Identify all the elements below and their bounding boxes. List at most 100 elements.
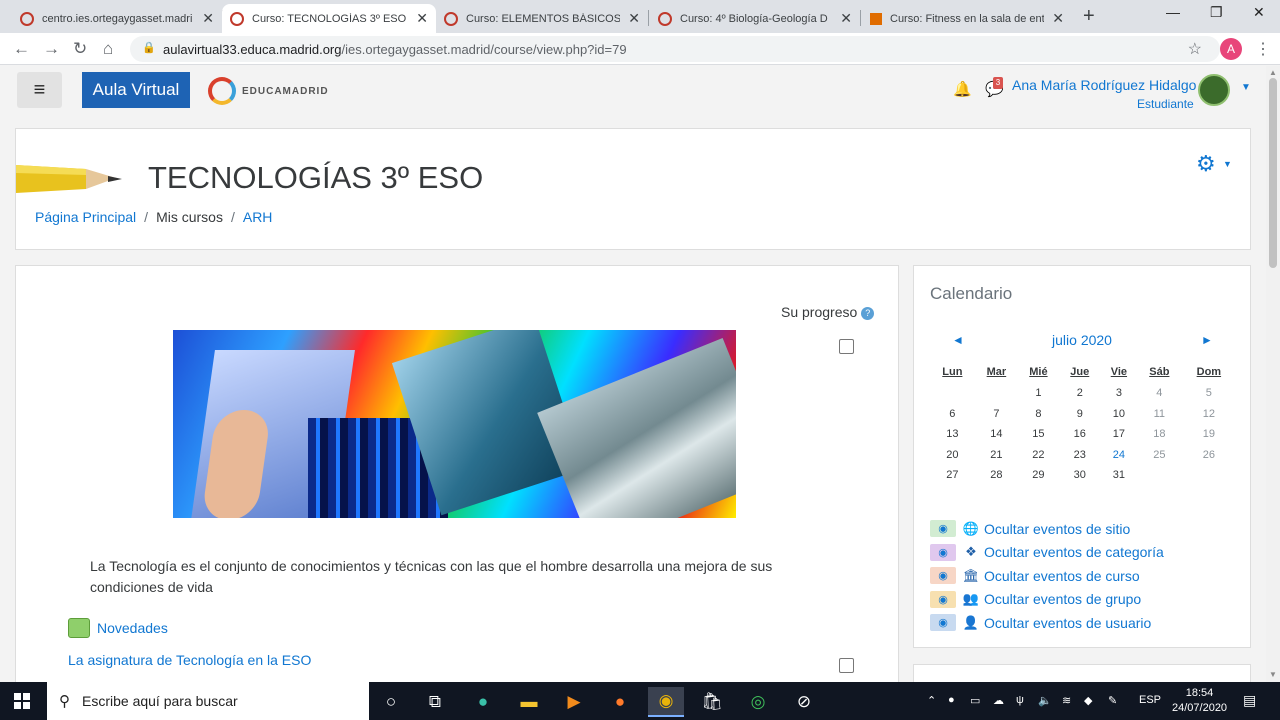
calendar-day[interactable]: 28 [975, 465, 1018, 486]
calendar-day[interactable]: 31 [1101, 465, 1137, 486]
bookmark-star-icon[interactable]: ☆ [1188, 39, 1202, 59]
user-name[interactable]: Ana María Rodríguez Hidalgo [1012, 77, 1196, 93]
calendar-day[interactable]: 30 [1059, 465, 1101, 486]
help-icon[interactable]: ? [861, 306, 875, 320]
calendar-day[interactable]: 21 [975, 445, 1018, 466]
event-filter-label[interactable]: Ocultar eventos de categoría [984, 544, 1164, 560]
tab-close-icon[interactable]: ✕ [628, 10, 640, 27]
event-filter-label[interactable]: Ocultar eventos de sitio [984, 521, 1130, 537]
page-scrollbar[interactable]: ▲ ▼ [1266, 66, 1280, 682]
eye-icon[interactable]: ◉ [930, 614, 956, 632]
browser-tab-2[interactable]: Curso: TECNOLOGÍAS 3º ESO ✕ [222, 4, 436, 33]
calendar-day[interactable]: 13 [930, 424, 975, 445]
calendar-day[interactable]: 14 [975, 424, 1018, 445]
calendar-day[interactable]: 26 [1182, 445, 1236, 466]
minimize-icon[interactable]: — [1166, 4, 1180, 20]
tab-close-icon[interactable]: ✕ [840, 10, 852, 27]
calendar-day[interactable]: 1 [1018, 383, 1059, 404]
eye-icon[interactable]: ◉ [930, 590, 956, 608]
event-filter-item[interactable]: ◉ 👤 Ocultar eventos de usuario [930, 611, 1164, 635]
calendar-day[interactable]: 22 [1018, 445, 1059, 466]
scroll-up-icon[interactable]: ▲ [1269, 68, 1277, 77]
calendar-day[interactable]: 24 [1101, 445, 1137, 466]
scroll-down-icon[interactable]: ▼ [1269, 670, 1277, 679]
home-icon[interactable]: ⌂ [103, 39, 113, 59]
user-avatar[interactable] [1198, 74, 1230, 106]
drawer-toggle-icon[interactable]: ≡ [17, 72, 62, 108]
calendar-day[interactable]: 19 [1182, 424, 1236, 445]
calendar-day[interactable]: 7 [975, 404, 1018, 425]
breadcrumb-home[interactable]: Página Principal [35, 209, 136, 225]
browser-tab-5[interactable]: Curso: Fitness en la sala de ent ✕ [862, 4, 1072, 33]
event-filter-label[interactable]: Ocultar eventos de curso [984, 568, 1140, 584]
scrollbar-thumb[interactable] [1269, 78, 1277, 268]
calendar-month[interactable]: julio 2020 [914, 332, 1250, 348]
settings-gear-icon[interactable]: ⚙ [1196, 151, 1216, 177]
browser-menu-icon[interactable]: ⋮ [1255, 39, 1271, 59]
event-filter-item[interactable]: ◉ 🌐 Ocultar eventos de sitio [930, 517, 1164, 541]
forward-icon[interactable]: → [43, 39, 60, 59]
window-close-icon[interactable]: ✕ [1253, 4, 1265, 21]
green-app-icon[interactable]: ◎ [740, 687, 776, 717]
eye-icon[interactable]: ◉ [930, 567, 956, 585]
calendar-day[interactable]: 18 [1137, 424, 1182, 445]
language-indicator[interactable]: ESP [1139, 694, 1161, 706]
profile-avatar[interactable]: A [1220, 38, 1242, 60]
activity-page[interactable]: La asignatura de Tecnología en la ESO [68, 652, 311, 668]
completion-checkbox[interactable] [839, 658, 854, 673]
calendar-day[interactable]: 3 [1101, 383, 1137, 404]
cortana-icon[interactable]: ○ [373, 687, 409, 717]
notification-bell-icon[interactable]: 🔔 [953, 80, 972, 98]
calendar-day[interactable]: 16 [1059, 424, 1101, 445]
file-explorer-icon[interactable]: ▬ [511, 687, 547, 717]
event-filter-item[interactable]: ◉ ❖ Ocultar eventos de categoría [930, 541, 1164, 565]
browser-tab-1[interactable]: centro.ies.ortegaygasset.madri ✕ [12, 4, 222, 33]
notifications-icon[interactable]: ▤ [1243, 692, 1256, 709]
volume-icon[interactable]: 🔈 [1038, 694, 1052, 707]
event-filter-item[interactable]: ◉ 🏛 Ocultar eventos de curso [930, 564, 1164, 588]
breadcrumb-course[interactable]: ARH [243, 209, 273, 225]
maximize-icon[interactable]: ❐ [1210, 4, 1223, 21]
calendar-day[interactable]: 20 [930, 445, 975, 466]
new-tab-button[interactable]: + [1083, 5, 1095, 28]
windows-start-icon[interactable] [14, 693, 30, 709]
calendar-day[interactable]: 11 [1137, 404, 1182, 425]
user-menu-caret-icon[interactable]: ▼ [1241, 82, 1251, 93]
event-filter-label[interactable]: Ocultar eventos de grupo [984, 591, 1141, 607]
taskbar-clock[interactable]: 18:54 24/07/2020 [1172, 686, 1227, 716]
calendar-day[interactable]: 17 [1101, 424, 1137, 445]
calendar-day[interactable]: 5 [1182, 383, 1236, 404]
browser-tab-4[interactable]: Curso: 4º Biología-Geología D ✕ [650, 4, 860, 33]
onedrive-icon[interactable]: ☁ [993, 694, 1004, 707]
calendar-day[interactable]: 6 [930, 404, 975, 425]
calendar-day[interactable]: 8 [1018, 404, 1059, 425]
calendar-day[interactable]: 12 [1182, 404, 1236, 425]
media-player-icon[interactable]: ▶ [556, 687, 592, 717]
prev-month-icon[interactable]: ◄ [952, 333, 964, 347]
calendar-day[interactable]: 4 [1137, 383, 1182, 404]
next-month-icon[interactable]: ► [1201, 333, 1213, 347]
browser-tab-3[interactable]: Curso: ELEMENTOS BÁSICOS D ✕ [436, 4, 648, 33]
taskbar-search-input[interactable]: ⚲ Escribe aquí para buscar [47, 682, 369, 720]
wifi-icon[interactable]: ≋ [1062, 694, 1071, 707]
edge-icon[interactable]: ● [465, 687, 501, 717]
dropbox-icon[interactable]: ◆ [1084, 694, 1092, 707]
pen-icon[interactable]: ✎ [1108, 694, 1117, 707]
chrome-icon[interactable]: ◉ [648, 687, 684, 717]
educamadrid-logo[interactable]: EDUCAMADRID [208, 77, 329, 105]
activity-label[interactable]: La asignatura de Tecnología en la ESO [68, 652, 311, 668]
brand-button[interactable]: Aula Virtual [82, 72, 190, 108]
reload-icon[interactable]: ↻ [73, 39, 87, 59]
completion-checkbox[interactable] [839, 339, 854, 354]
event-filter-label[interactable]: Ocultar eventos de usuario [984, 615, 1151, 631]
calendar-day[interactable]: 25 [1137, 445, 1182, 466]
firefox-icon[interactable]: ● [602, 687, 638, 717]
tab-close-icon[interactable]: ✕ [1052, 10, 1064, 27]
event-filter-item[interactable]: ◉ 👥 Ocultar eventos de grupo [930, 588, 1164, 612]
hp-icon[interactable]: ⊘ [786, 687, 822, 717]
settings-caret-icon[interactable]: ▼ [1223, 159, 1232, 169]
activity-news-forum[interactable]: Novedades [68, 618, 168, 638]
eye-icon[interactable]: ◉ [930, 520, 956, 538]
back-icon[interactable]: ← [13, 39, 30, 59]
tab-close-icon[interactable]: ✕ [202, 10, 214, 27]
